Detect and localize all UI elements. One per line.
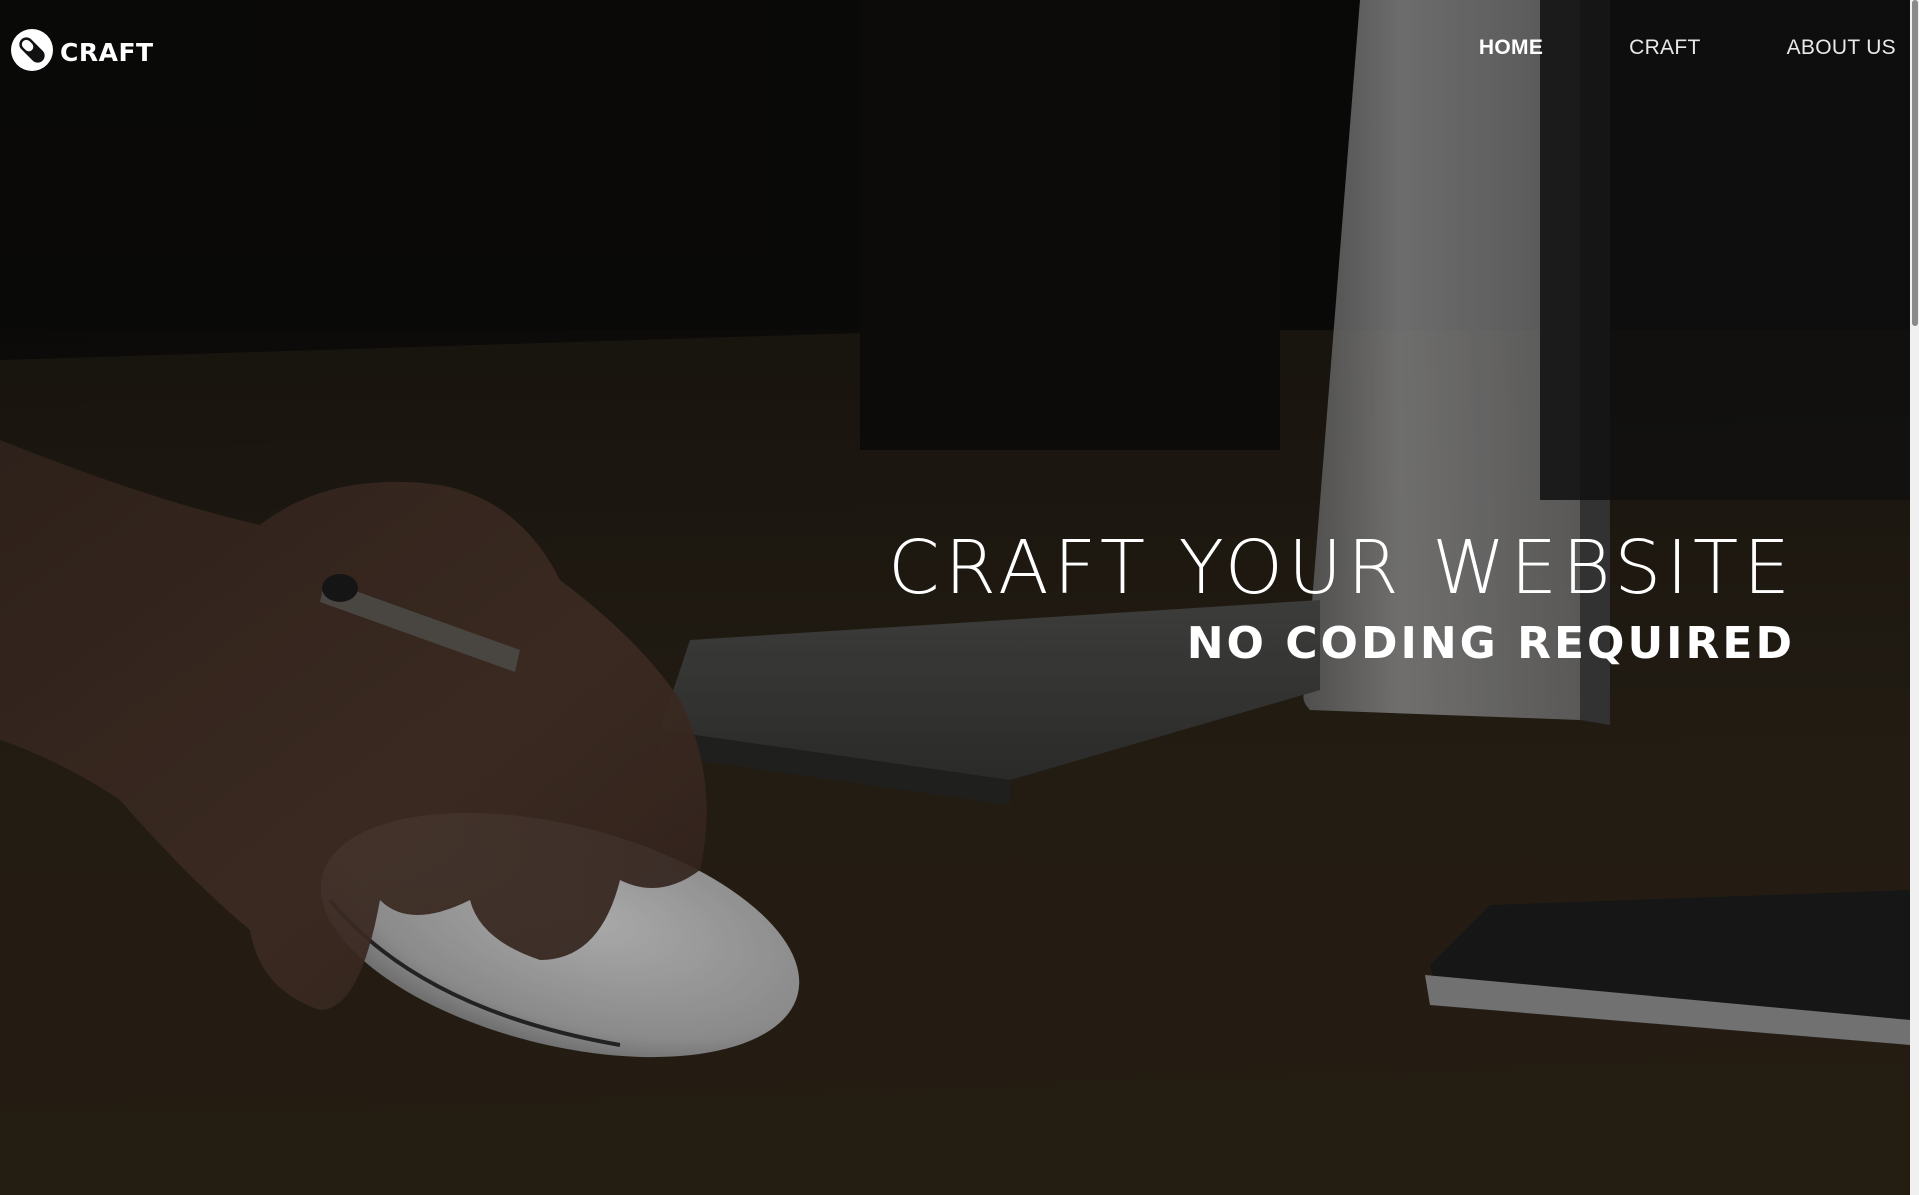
brand-name: CRAFT xyxy=(60,37,154,67)
nav-craft[interactable]: CRAFT xyxy=(1629,36,1701,60)
page: CRAFT HOME CRAFT ABOUT US CRAFT YOUR WEB… xyxy=(0,0,1919,1195)
hero-text-block: CRAFT YOUR WEBSITE NO CODING REQUIRED xyxy=(888,520,1795,672)
hero-subtitle: NO CODING REQUIRED xyxy=(1186,618,1795,669)
brand-logo[interactable]: CRAFT xyxy=(10,28,154,72)
site-header: CRAFT HOME CRAFT ABOUT US xyxy=(0,0,1910,100)
pill-capsule-icon xyxy=(11,29,53,71)
main-nav: HOME CRAFT ABOUT US xyxy=(1479,36,1896,60)
hero-title: CRAFT YOUR WEBSITE xyxy=(887,525,1795,611)
page-scrollbar[interactable] xyxy=(1910,0,1919,1195)
scrollbar-thumb[interactable] xyxy=(1912,0,1918,326)
nav-home[interactable]: HOME xyxy=(1479,36,1543,60)
nav-about-us[interactable]: ABOUT US xyxy=(1787,36,1896,60)
